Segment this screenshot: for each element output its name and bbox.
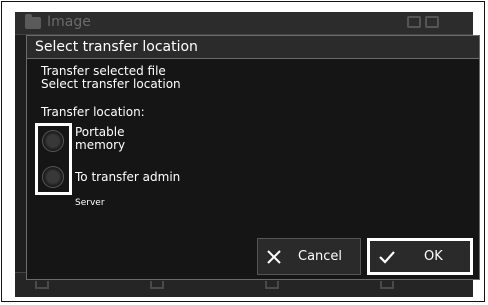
storage-icon <box>425 16 439 28</box>
cancel-button-label: Cancel <box>298 249 343 264</box>
close-icon <box>267 249 281 264</box>
footer-icon <box>150 281 164 289</box>
option-transfer-admin[interactable]: To transfer admin <box>75 171 180 184</box>
footer-icon <box>35 281 49 289</box>
message-line-2: Select transfer location <box>41 77 181 91</box>
footer-icon <box>380 281 394 289</box>
option-portable-memory-line2[interactable]: memory <box>75 139 125 152</box>
folder-icon <box>25 14 41 29</box>
footer-icon <box>265 281 279 289</box>
dialog-title: Select transfer location <box>27 36 479 59</box>
background-header: Image <box>15 12 473 35</box>
ok-button-label: OK <box>424 249 443 264</box>
checkmark-icon <box>379 250 395 264</box>
cancel-button[interactable]: Cancel <box>257 238 361 275</box>
ok-button[interactable]: OK <box>367 238 473 275</box>
radio-portable-memory[interactable] <box>42 130 64 152</box>
option-transfer-admin-sub: Server <box>75 198 105 208</box>
storage-icon <box>407 16 421 28</box>
transfer-location-label: Transfer location: <box>41 105 145 119</box>
background-title: Image <box>47 14 91 30</box>
radio-transfer-admin[interactable] <box>42 166 64 188</box>
